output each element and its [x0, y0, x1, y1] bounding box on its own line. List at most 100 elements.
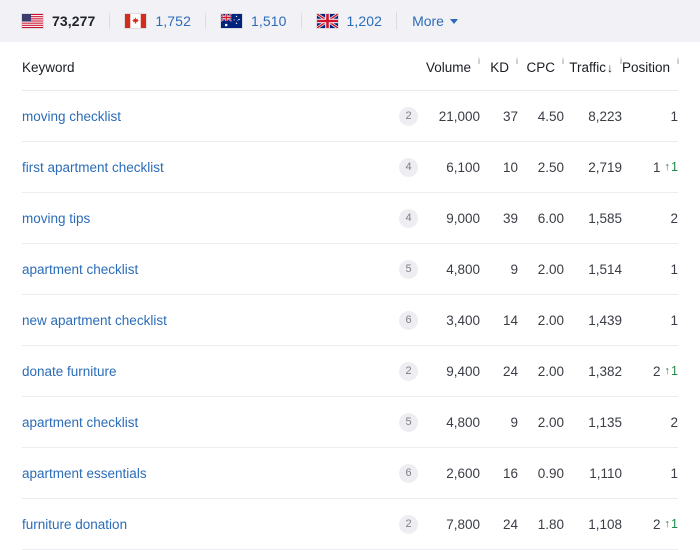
- cell-keyword: new apartment checklist: [22, 294, 380, 346]
- column-header-keyword-label: Keyword: [22, 60, 75, 75]
- cell-keyword: apartment checklist: [22, 396, 380, 448]
- cell-cpc: 6.00: [518, 192, 564, 244]
- country-filter-au[interactable]: 1,510: [204, 13, 301, 29]
- position-value: 1: [670, 312, 678, 328]
- column-header-keyword[interactable]: Keyword: [22, 42, 380, 91]
- position-change-up: ↑ 1: [665, 160, 678, 174]
- cell-position: 1: [622, 294, 678, 346]
- cell-traffic: 1,514: [564, 243, 622, 295]
- keyword-link[interactable]: donate furniture: [22, 364, 117, 379]
- cell-keyword: first apartment checklist: [22, 141, 380, 193]
- more-countries-label: More: [412, 13, 444, 29]
- position-wrapper: 1: [670, 313, 678, 328]
- header-row: Keyword Volume i KD i CPC i Traffic↓ i P…: [22, 42, 679, 91]
- table-row[interactable]: apartment checklist 5 4,800 9 2.00 1,514 1: [22, 243, 678, 295]
- cell-badge: 2: [380, 345, 418, 397]
- keyword-link[interactable]: apartment checklist: [22, 415, 138, 430]
- serp-features-badge[interactable]: 2: [399, 361, 418, 381]
- country-count-ca: 1,752: [155, 13, 191, 29]
- info-icon[interactable]: i: [677, 57, 679, 66]
- table-row[interactable]: donate furniture 2 9,400 24 2.00 1,382 2 ↑ 1: [22, 345, 678, 397]
- au-flag-icon: [220, 14, 242, 28]
- serp-features-badge[interactable]: 6: [399, 310, 418, 330]
- column-header-traffic-label: Traffic: [569, 60, 606, 75]
- more-countries-button[interactable]: More: [396, 12, 458, 30]
- country-count-gb: 1,202: [346, 13, 383, 29]
- keyword-link[interactable]: new apartment checklist: [22, 313, 167, 328]
- cell-keyword: moving tips: [22, 192, 380, 244]
- position-wrapper: 1: [670, 466, 678, 481]
- column-header-cpc[interactable]: CPC i: [518, 42, 564, 91]
- cell-kd: 24: [480, 345, 518, 397]
- cell-position: 2: [622, 396, 678, 448]
- table-row[interactable]: new apartment checklist 6 3,400 14 2.00 1,439…: [22, 294, 678, 346]
- gb-flag-icon: [316, 14, 338, 28]
- table-row[interactable]: apartment essentials 6 2,600 16 0.90 1,110 1: [22, 447, 678, 499]
- info-icon[interactable]: i: [562, 57, 564, 66]
- serp-features-badge[interactable]: 2: [399, 514, 418, 534]
- column-header-volume[interactable]: Volume i: [418, 42, 480, 91]
- keyword-link[interactable]: furniture donation: [22, 517, 127, 532]
- cell-traffic: 1,439: [564, 294, 622, 346]
- cell-badge: 2: [380, 90, 418, 142]
- keyword-link[interactable]: moving checklist: [22, 109, 121, 124]
- sort-descending-icon[interactable]: ↓: [606, 61, 613, 75]
- serp-features-badge[interactable]: 4: [399, 208, 418, 228]
- position-value: 2: [670, 210, 678, 226]
- serp-features-badge[interactable]: 2: [399, 106, 418, 126]
- cell-cpc: 1.80: [518, 498, 564, 550]
- position-change-value: 1: [671, 517, 678, 531]
- arrow-up-icon: ↑: [664, 517, 671, 530]
- cell-badge: 4: [380, 192, 418, 244]
- table-row[interactable]: furniture donation 2 7,800 24 1.80 1,108 2 ↑ 1: [22, 498, 678, 550]
- position-change-up: ↑ 1: [665, 517, 678, 531]
- cell-cpc: 4.50: [518, 90, 564, 142]
- chevron-down-icon: [449, 18, 458, 24]
- info-icon[interactable]: i: [478, 57, 480, 66]
- arrow-up-icon: ↑: [664, 364, 671, 377]
- keyword-link[interactable]: first apartment checklist: [22, 160, 164, 175]
- ca-flag-icon: [125, 14, 147, 28]
- cell-volume: 4,800: [418, 243, 480, 295]
- position-wrapper: 2 ↑ 1: [653, 517, 678, 532]
- serp-features-badge[interactable]: 5: [399, 412, 418, 432]
- column-header-kd[interactable]: KD i: [480, 42, 518, 91]
- country-filter-gb[interactable]: 1,202: [300, 13, 397, 29]
- keyword-link[interactable]: moving tips: [22, 211, 90, 226]
- column-header-position[interactable]: Position i: [622, 42, 679, 91]
- cell-kd: 39: [480, 192, 518, 244]
- cell-cpc: 0.90: [518, 447, 564, 499]
- keyword-table-header: Keyword Volume i KD i CPC i Traffic↓ i P…: [22, 42, 679, 91]
- info-icon[interactable]: i: [516, 57, 518, 66]
- cell-volume: 7,800: [418, 498, 480, 550]
- cell-cpc: 2.50: [518, 141, 564, 193]
- column-header-volume-label: Volume: [425, 60, 471, 75]
- position-value: 1: [653, 159, 661, 175]
- column-header-cpc-label: CPC: [526, 60, 555, 75]
- table-row[interactable]: first apartment checklist 4 6,100 10 2.50 2,7…: [22, 141, 678, 193]
- cell-cpc: 2.00: [518, 243, 564, 295]
- country-filter-us[interactable]: 73,277: [22, 13, 109, 29]
- table-row[interactable]: moving checklist 2 21,000 37 4.50 8,223 1: [22, 90, 678, 142]
- column-header-kd-label: KD: [490, 60, 509, 75]
- cell-position: 1: [622, 243, 678, 295]
- column-header-position-label: Position: [622, 60, 671, 75]
- position-wrapper: 2: [670, 211, 678, 226]
- table-row[interactable]: moving tips 4 9,000 39 6.00 1,585 2: [22, 192, 678, 244]
- column-header-traffic[interactable]: Traffic↓ i: [564, 42, 622, 91]
- cell-traffic: 2,719: [564, 141, 622, 193]
- serp-features-badge[interactable]: 4: [399, 157, 418, 177]
- cell-position: 1: [622, 447, 678, 499]
- serp-features-badge[interactable]: 5: [399, 259, 418, 279]
- position-value: 1: [670, 261, 678, 277]
- serp-features-badge[interactable]: 6: [399, 463, 418, 483]
- keyword-link[interactable]: apartment essentials: [22, 466, 147, 481]
- keyword-link[interactable]: apartment checklist: [22, 262, 138, 277]
- position-change-value: 1: [671, 160, 678, 174]
- country-filter-ca[interactable]: 1,752: [109, 13, 205, 29]
- cell-kd: 9: [480, 243, 518, 295]
- cell-kd: 24: [480, 498, 518, 550]
- table-row[interactable]: apartment checklist 5 4,800 9 2.00 1,135 2: [22, 396, 678, 448]
- country-filter-bar: 73,277 1,752 1,510 1,202 More: [0, 0, 700, 42]
- cell-volume: 4,800: [418, 396, 480, 448]
